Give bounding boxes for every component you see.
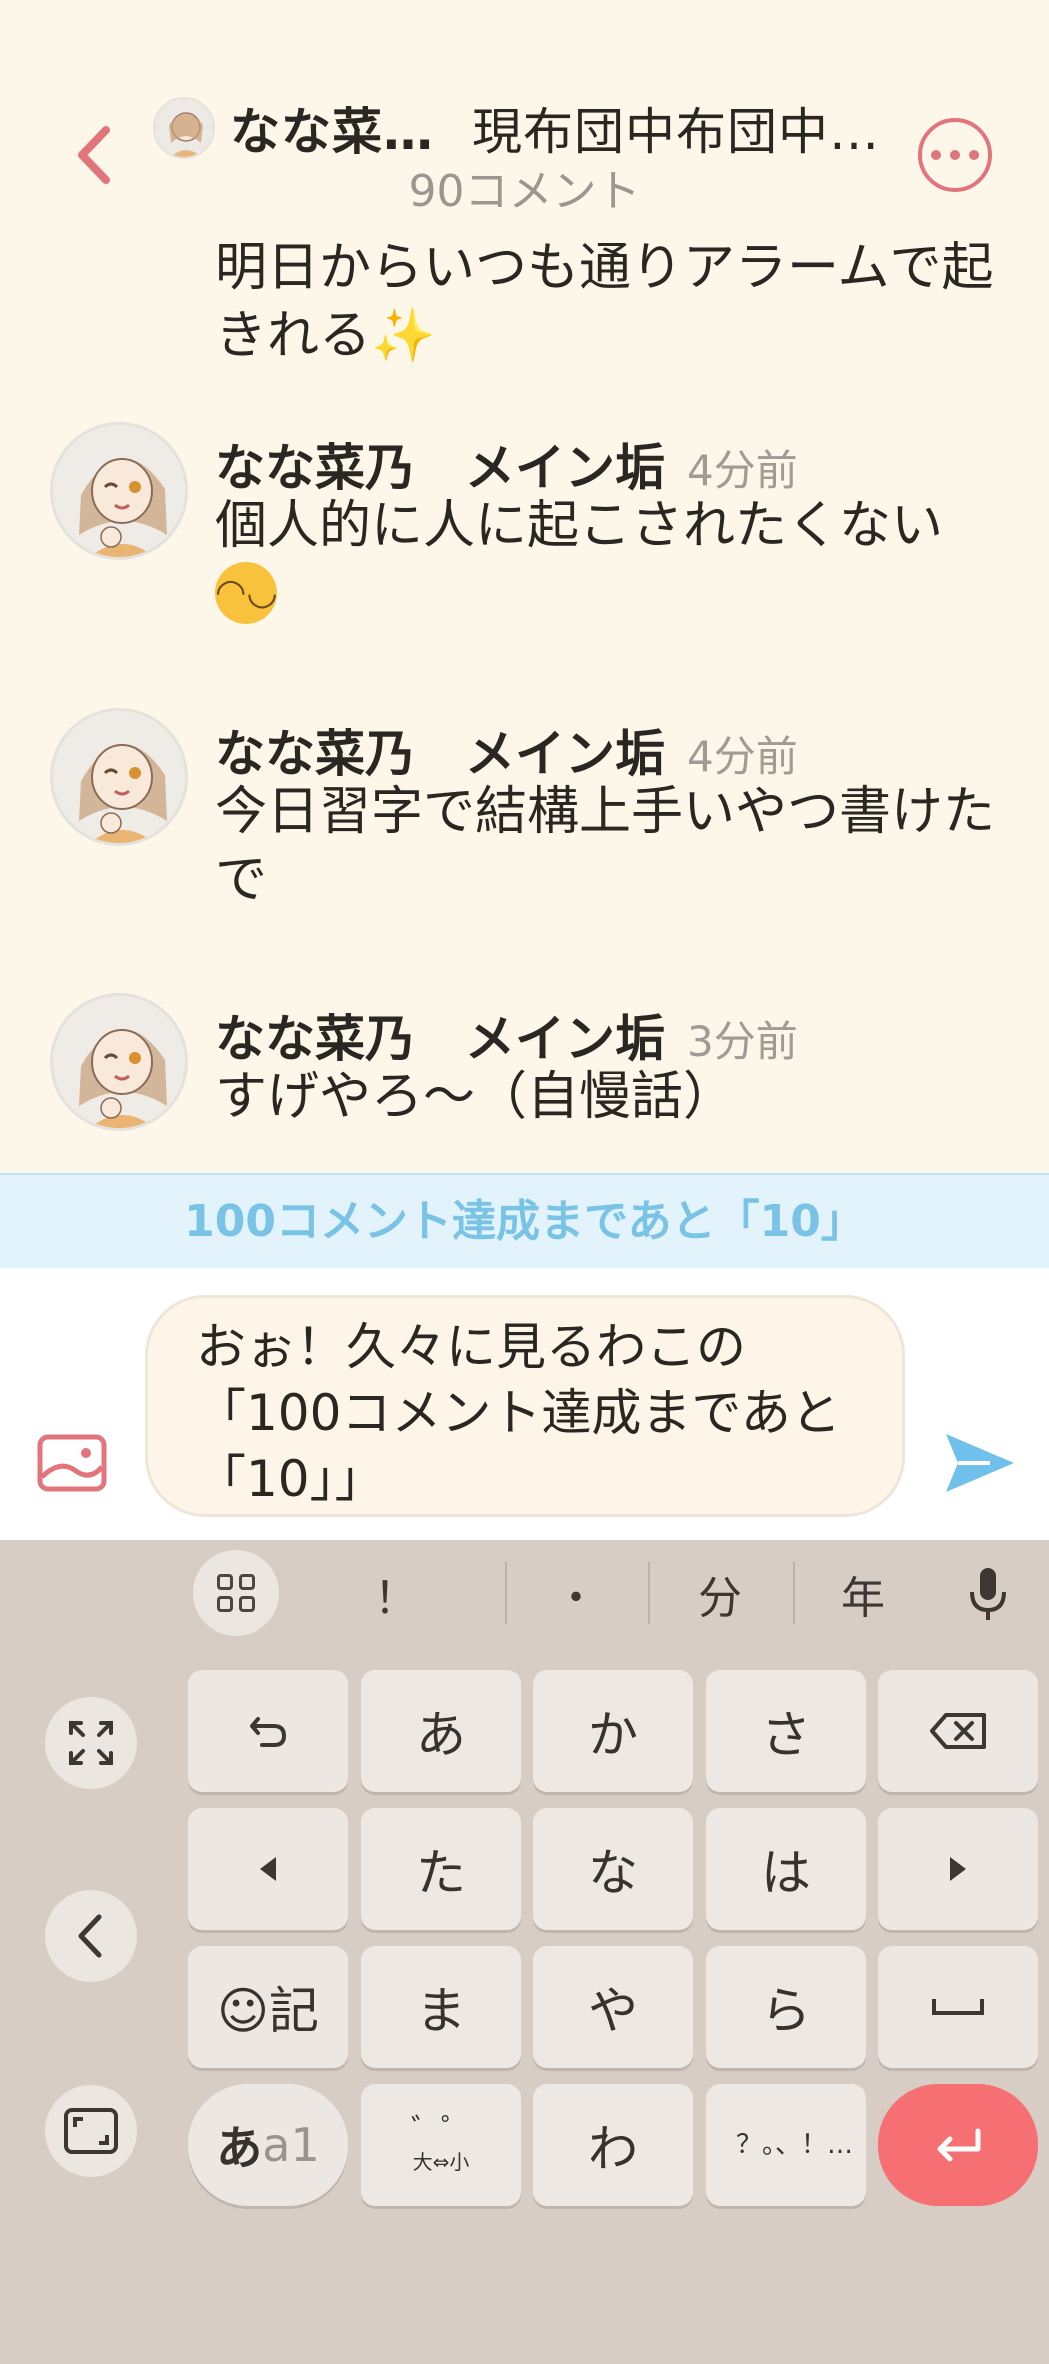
comment-body: すげやろ〜（自慢話） <box>215 1067 736 1127</box>
thread-title[interactable]: なな菜… 現布団中布団中… <box>230 92 910 164</box>
comment-body: 今日習字で結構上手いやつ書けたで <box>215 782 996 910</box>
key-ta[interactable]: た <box>361 1808 521 1930</box>
space-key[interactable] <box>878 1946 1038 2068</box>
thread-author: なな菜… <box>230 103 434 161</box>
keyboard: ！ ・ 分 年 あ か さ た な は ☺記 ま や ら あ a1 ゛゜ 大⇔小… <box>0 1540 1049 2364</box>
dakuten-key[interactable]: ゛゜ 大⇔小 <box>361 2084 521 2206</box>
comment-body: 明日からいつも通りアラームで起きれる✨ <box>215 238 994 366</box>
key-ra[interactable]: ら <box>706 1946 866 2068</box>
send-button[interactable] <box>942 1428 1018 1498</box>
undo-key[interactable] <box>188 1670 348 1792</box>
avatar[interactable] <box>50 708 188 846</box>
kana-label: あ <box>216 2121 263 2175</box>
key-ma[interactable]: ま <box>361 1946 521 2068</box>
suggestion[interactable]: 年 <box>833 1562 893 1626</box>
divider <box>505 1562 507 1624</box>
chevron-left-icon <box>78 1914 102 1958</box>
space-icon <box>932 1999 984 2015</box>
input-mode-key[interactable]: あ a1 <box>188 2084 348 2206</box>
comment-list[interactable]: 明日からいつも通りアラームで起きれる✨ なな菜乃 メイン垢 4分前 個人的に人に起… <box>0 228 1049 1173</box>
microphone-icon[interactable] <box>968 1566 1008 1622</box>
key-na[interactable]: な <box>533 1808 693 1930</box>
upside-down-face-icon: ◠◡ <box>215 562 278 624</box>
suggestion[interactable]: ・ <box>546 1562 606 1626</box>
key-sa[interactable]: さ <box>706 1670 866 1792</box>
comment-goal-banner: 100コメント達成まであと「10」 <box>0 1173 1049 1268</box>
resize-icon <box>64 2108 118 2154</box>
backspace-key[interactable] <box>878 1670 1038 1792</box>
dakuten-label: ゛゜ <box>411 2112 471 2148</box>
divider <box>648 1562 650 1624</box>
image-icon <box>37 1434 107 1492</box>
key-ya[interactable]: や <box>533 1946 693 2068</box>
expand-icon <box>69 1721 113 1765</box>
comment-time: 4分前 <box>687 732 798 781</box>
key-ka[interactable]: か <box>533 1670 693 1792</box>
comment-input[interactable]: おぉ！久々に見るわこの「100コメント達成まであと「10」」 <box>145 1295 905 1517</box>
dot <box>950 150 960 160</box>
divider <box>793 1562 795 1624</box>
alpha-label: a1 <box>262 2118 320 2172</box>
comment-input-area: おぉ！久々に見るわこの「100コメント達成まであと「10」」 <box>0 1268 1049 1540</box>
send-icon <box>946 1434 1014 1492</box>
expand-keyboard-button[interactable] <box>45 1697 137 1789</box>
cursor-left-key[interactable] <box>188 1808 348 1930</box>
comment-author[interactable]: なな菜乃 メイン垢 4分前 <box>215 714 798 786</box>
header: なな菜… 現布団中布団中… 90コメント <box>0 0 1049 228</box>
avatar[interactable] <box>50 993 188 1131</box>
comment-count: 90コメント <box>408 166 641 217</box>
cursor-right-key[interactable] <box>878 1808 1038 1930</box>
triangle-right-icon <box>950 1857 966 1881</box>
triangle-left-icon <box>260 1857 276 1881</box>
comment-time: 3分前 <box>687 1017 798 1066</box>
backspace-icon <box>930 1713 986 1749</box>
key-wa[interactable]: わ <box>533 2084 693 2206</box>
sparkle-icon: ✨ <box>371 306 436 366</box>
dot <box>969 150 979 160</box>
dot <box>931 150 941 160</box>
key-a[interactable]: あ <box>361 1670 521 1792</box>
thread-topic: 現布団中布団中… <box>472 103 880 161</box>
enter-key[interactable] <box>878 2084 1038 2206</box>
resize-keyboard-button[interactable] <box>45 2085 137 2177</box>
comment-author[interactable]: なな菜乃 メイン垢 3分前 <box>215 999 798 1071</box>
more-menu-button[interactable] <box>918 118 992 192</box>
avatar[interactable] <box>50 422 188 560</box>
comment-time: 4分前 <box>687 446 798 495</box>
key-ha[interactable]: は <box>706 1808 866 1930</box>
suggestion[interactable]: ！ <box>366 1562 426 1626</box>
emoji-symbol-key[interactable]: ☺記 <box>188 1946 348 2068</box>
dakuten-sub-label: 大⇔小 <box>412 2149 470 2174</box>
enter-icon <box>937 2128 981 2162</box>
undo-icon <box>250 1717 286 1747</box>
punctuation-label: ？。、！… <box>736 2130 854 2160</box>
suggestion[interactable]: 分 <box>690 1562 750 1626</box>
image-attach-button[interactable] <box>36 1433 108 1495</box>
suggestion-bar: ！ ・ 分 年 <box>0 1540 1049 1660</box>
grid-icon <box>217 1574 233 1590</box>
comment-body: 個人的に人に起こされたくない ◠◡ <box>215 492 995 628</box>
avatar[interactable] <box>153 97 215 159</box>
punctuation-key[interactable]: ？。、！… <box>706 2084 866 2206</box>
apps-grid-button[interactable] <box>193 1550 279 1636</box>
comment-author[interactable]: なな菜乃 メイン垢 4分前 <box>215 428 798 500</box>
cursor-left-button[interactable] <box>45 1890 137 1982</box>
